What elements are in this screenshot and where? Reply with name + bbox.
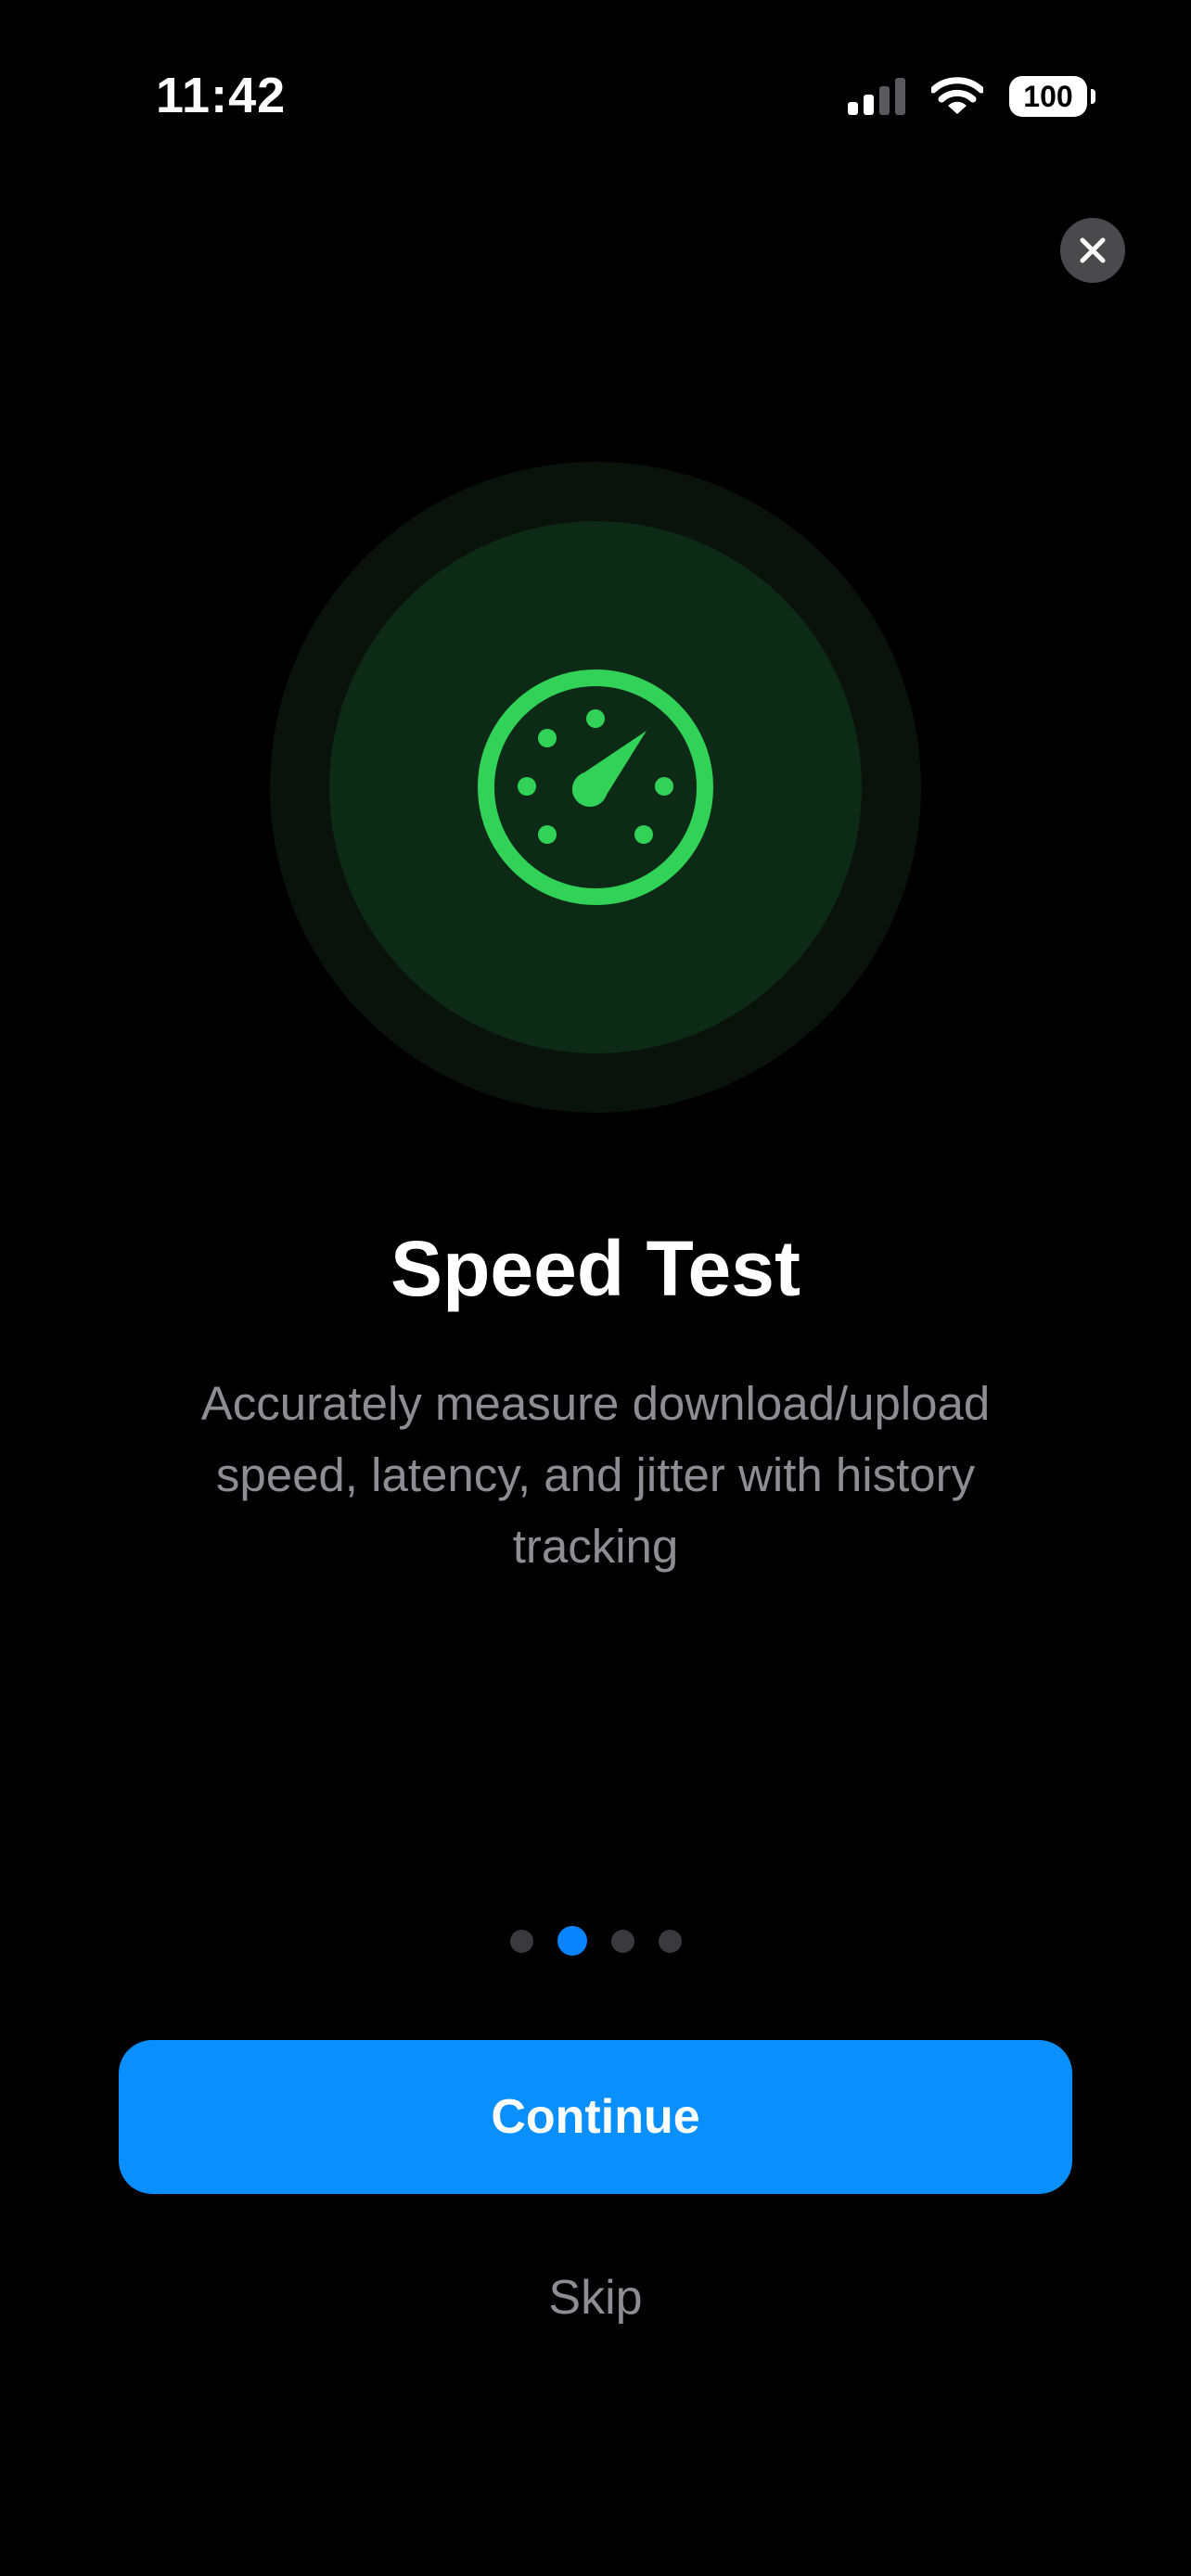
battery-level: 100: [1023, 79, 1073, 113]
battery-tip: [1091, 89, 1095, 104]
page-dot-4[interactable]: [658, 1929, 682, 1953]
page-indicator[interactable]: [0, 1926, 1191, 1956]
wifi-icon: [931, 77, 983, 114]
cellular-signal-icon: [848, 78, 905, 115]
close-icon: [1080, 237, 1106, 263]
battery-icon: 100: [1009, 76, 1095, 117]
onboarding-title: Speed Test: [391, 1225, 800, 1312]
onboarding-description: Accurately measure download/upload speed…: [200, 1377, 991, 1573]
status-bar-time: 11:42: [156, 68, 287, 123]
page-dot-3[interactable]: [610, 1929, 634, 1953]
status-bar-icons: 100: [848, 69, 1095, 124]
speedometer-icon: [478, 670, 713, 905]
page-dot-2-active[interactable]: [557, 1926, 587, 1956]
skip-button[interactable]: Skip: [0, 2270, 1191, 2326]
page-dot-1[interactable]: [509, 1929, 533, 1953]
hero-halo-inner: [329, 521, 862, 1053]
close-button[interactable]: [1060, 218, 1125, 283]
continue-button[interactable]: Continue: [119, 2040, 1072, 2194]
